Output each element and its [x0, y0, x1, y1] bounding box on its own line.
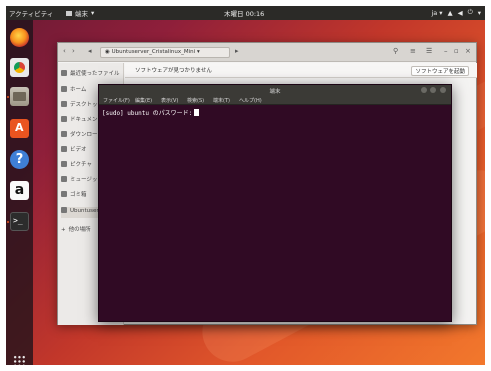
desktop: アクティビティ 端末 ▾ 木曜日 00:16 ja ▾ ▲ ◀ ⏻ ▾ ? a … — [6, 6, 485, 365]
chevron-down-icon: ▾ — [196, 49, 200, 55]
files-infobar: ソフトウェアが見つかりません ソフトウェアを起動 — [125, 63, 477, 78]
power-icon: ⏻ — [467, 8, 473, 16]
terminal-body[interactable]: [sudo] ubuntu のパスワード: — [99, 105, 451, 322]
picture-icon — [61, 161, 67, 167]
terminal-title: 端末 — [269, 89, 281, 95]
firefox-icon[interactable] — [10, 28, 29, 47]
dock: ? a — [6, 20, 33, 365]
download-icon — [61, 131, 67, 137]
close-icon[interactable]: × — [465, 47, 471, 58]
path-right-arrow-icon[interactable]: ▸ — [235, 47, 239, 58]
chevron-down-icon: ▾ — [91, 9, 95, 17]
maximize-icon[interactable]: ▫ — [454, 47, 459, 58]
system-tray[interactable]: ja ▾ ▲ ◀ ⏻ ▾ — [431, 8, 481, 17]
back-button[interactable]: ‹ — [63, 47, 66, 58]
desktop-icon — [61, 101, 67, 107]
app-menu[interactable]: 端末 ▾ — [66, 8, 94, 18]
files-headerbar: ‹ › ◂ ◉ Ubuntuserver_Cristalinux_Mini ▾ … — [58, 43, 476, 62]
terminal-cursor — [194, 109, 200, 116]
home-icon — [61, 86, 67, 92]
menu-search[interactable]: 検索(S) — [187, 97, 204, 104]
search-icon[interactable]: ⚲ — [393, 47, 398, 58]
app-menu-label: 端末 — [75, 10, 88, 18]
terminal-titlebar[interactable]: 端末 — [99, 85, 451, 96]
path-left-arrow-icon[interactable]: ◂ — [88, 47, 92, 58]
chevron-down-icon: ▾ — [477, 8, 481, 17]
files-icon[interactable] — [10, 87, 29, 106]
document-icon — [61, 116, 67, 122]
activities-button[interactable]: アクティビティ — [9, 8, 53, 18]
clock-icon — [61, 70, 67, 76]
path-bar[interactable]: ◉ Ubuntuserver_Cristalinux_Mini ▾ — [100, 47, 230, 58]
infobar-message: ソフトウェアが見つかりません — [135, 68, 212, 74]
menu-file[interactable]: ファイル(F) — [103, 97, 130, 104]
chromium-icon[interactable] — [10, 58, 29, 77]
running-indicator — [7, 96, 9, 98]
help-icon[interactable]: ? — [10, 150, 29, 169]
top-bar: アクティビティ 端末 ▾ 木曜日 00:16 ja ▾ ▲ ◀ ⏻ ▾ — [6, 6, 485, 20]
run-software-label: ソフトウェアを起動 — [415, 69, 465, 75]
network-icon: ▲ — [447, 8, 453, 17]
software-icon[interactable] — [10, 119, 29, 138]
view-options-icon[interactable]: ≡ — [410, 47, 416, 58]
menu-help[interactable]: ヘルプ(H) — [239, 97, 262, 104]
music-icon — [61, 176, 67, 182]
terminal-prompt: [sudo] ubuntu のパスワード: — [102, 108, 200, 117]
terminal-menubar: ファイル(F) 編集(E) 表示(V) 検索(S) 端末(T) ヘルプ(H) — [99, 96, 451, 105]
drive-icon — [61, 207, 67, 213]
close-icon[interactable] — [440, 87, 446, 93]
trash-icon — [61, 191, 67, 197]
running-indicator — [7, 221, 9, 223]
run-software-button[interactable]: ソフトウェアを起動 — [411, 66, 469, 76]
input-method-icon[interactable]: ja ▾ — [431, 9, 442, 17]
terminal-icon[interactable] — [10, 212, 29, 231]
amazon-icon[interactable]: a — [10, 181, 29, 200]
terminal-window[interactable]: 端末 ファイル(F) 編集(E) 表示(V) 検索(S) 端末(T) ヘルプ(H… — [98, 84, 452, 322]
video-icon — [61, 146, 67, 152]
plus-icon: + — [61, 227, 66, 233]
volume-icon: ◀ — [457, 8, 463, 17]
terminal-small-icon — [66, 10, 72, 16]
menu-icon[interactable]: ☰ — [426, 47, 432, 58]
menu-terminal[interactable]: 端末(T) — [213, 97, 230, 104]
menu-edit[interactable]: 編集(E) — [135, 97, 152, 104]
menu-view[interactable]: 表示(V) — [161, 97, 178, 104]
forward-button[interactable]: › — [72, 47, 75, 58]
maximize-icon[interactable] — [430, 87, 436, 93]
minimize-icon[interactable]: – — [444, 47, 448, 58]
path-label: Ubuntuserver_Cristalinux_Mini — [111, 49, 196, 55]
prompt-text: [sudo] ubuntu のパスワード: — [102, 110, 193, 117]
show-apps-icon[interactable] — [13, 355, 26, 365]
sidebar-item-recent[interactable]: 最近使ったファイル — [61, 69, 123, 80]
clock[interactable]: 木曜日 00:16 — [224, 8, 264, 18]
minimize-icon[interactable] — [421, 87, 427, 93]
